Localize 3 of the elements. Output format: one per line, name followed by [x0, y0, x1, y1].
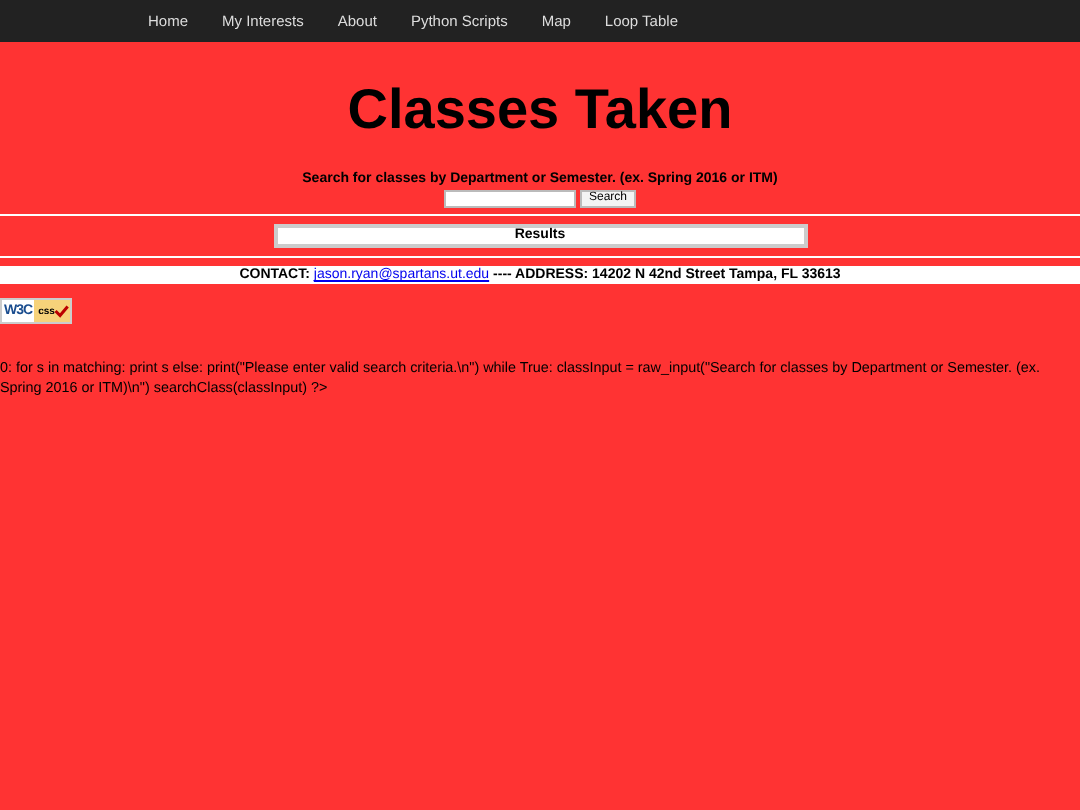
checkmark-icon	[54, 304, 70, 318]
search-field[interactable]	[444, 190, 577, 208]
page-title: Classes Taken	[345, 78, 735, 142]
